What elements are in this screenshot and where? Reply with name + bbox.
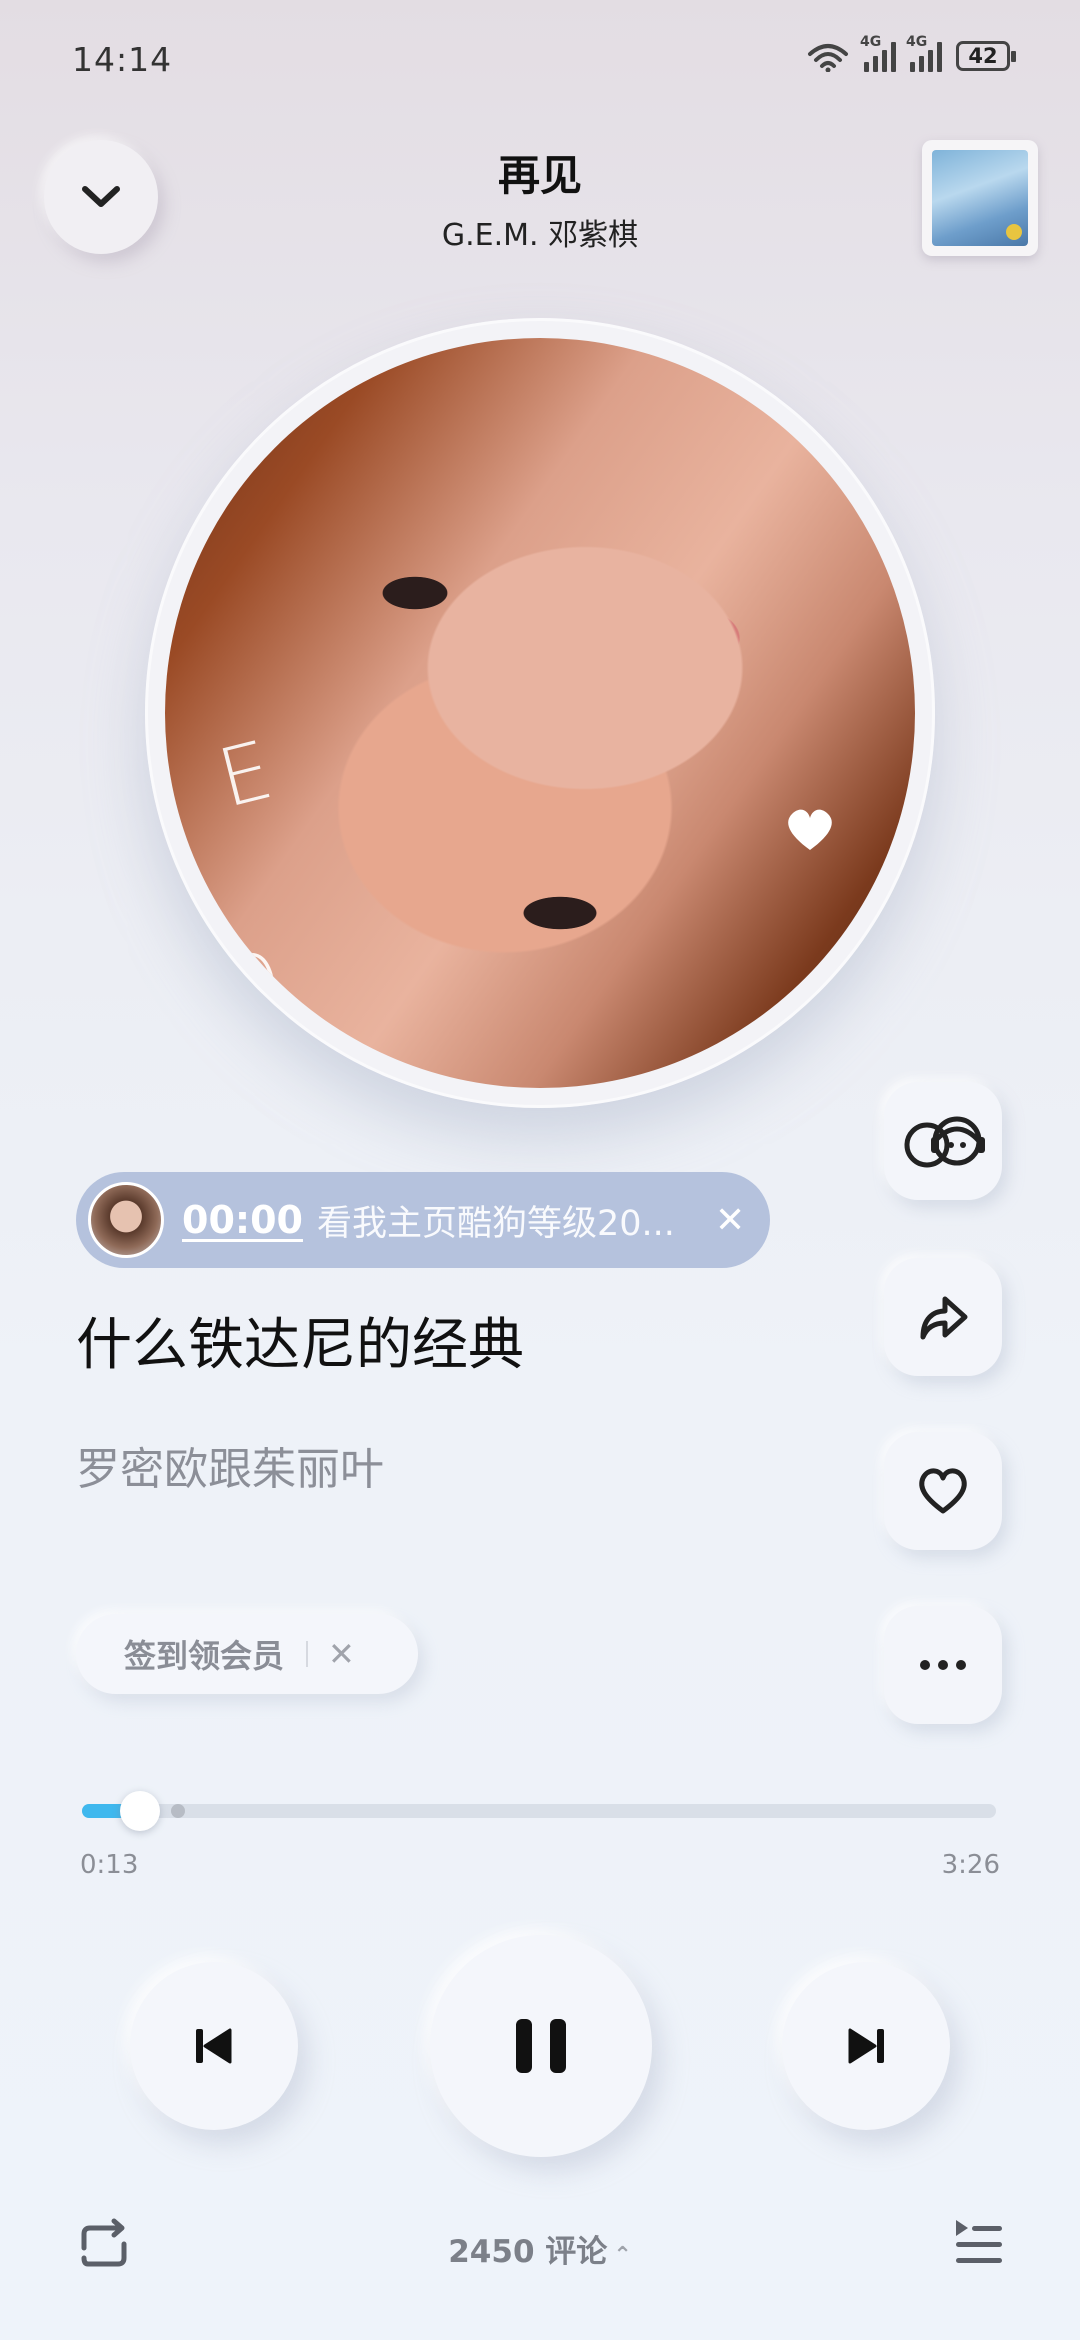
lyric-current-line[interactable]: 什么铁达尼的经典	[76, 1300, 524, 1381]
chevron-up-icon: ⌃	[613, 2243, 632, 2268]
like-button[interactable]	[884, 1432, 1002, 1550]
duration-time: 3:26	[941, 1850, 1000, 1880]
comments-link[interactable]: 2450 评论 ⌃	[0, 2226, 1080, 2271]
cover-heart-logo	[788, 809, 832, 850]
more-icon	[920, 1660, 966, 1670]
playlist-button[interactable]	[952, 2216, 1004, 2276]
song-title: 再见	[497, 151, 582, 200]
vip-signin-label[interactable]: 签到领会员	[124, 1631, 284, 1677]
progress-track[interactable]	[82, 1804, 996, 1818]
cover-letter-mark: D	[212, 931, 292, 1027]
chip-comment-text: 看我主页酷狗等级20...	[316, 1203, 675, 1244]
previous-icon	[196, 2028, 232, 2064]
next-icon	[848, 2028, 884, 2064]
signal-icon: 4G	[860, 34, 896, 72]
status-icons: 4G 4G 42	[806, 34, 1016, 72]
pause-icon	[516, 2019, 566, 2073]
progress-handle[interactable]	[119, 1791, 160, 1831]
next-button[interactable]	[782, 1962, 950, 2130]
share-icon	[920, 1296, 968, 1340]
wifi-icon	[808, 44, 848, 72]
artist-name[interactable]: G.E.M. 邓紫棋	[0, 210, 1080, 254]
divider	[306, 1641, 309, 1667]
avatar[interactable]	[88, 1182, 164, 1258]
more-button[interactable]	[884, 1606, 1002, 1724]
vip-signin-pill[interactable]: 签到领会员 ✕	[76, 1614, 418, 1694]
listen-together-icon	[904, 1116, 985, 1168]
thumbnail-image	[932, 150, 1028, 246]
vip-close-button[interactable]: ✕	[328, 1635, 355, 1673]
timed-comment-chip[interactable]: 00:00 看我主页酷狗等级20... ✕	[76, 1172, 770, 1268]
comments-count[interactable]: 2450 评论	[448, 2234, 607, 2270]
current-time: 0:13	[80, 1850, 139, 1880]
heart-icon	[919, 1468, 967, 1514]
cover-letter-mark: E	[209, 723, 282, 826]
chip-close-button[interactable]: ✕	[715, 1200, 745, 1241]
lyric-next-line[interactable]: 罗密欧跟茱丽叶	[76, 1433, 384, 1497]
progress-marker	[170, 1804, 185, 1818]
share-button[interactable]	[884, 1258, 1002, 1376]
status-time: 14:14	[72, 40, 173, 79]
playlist-icon	[956, 2220, 1002, 2263]
battery-icon: 42	[956, 41, 1016, 71]
chip-timestamp[interactable]: 00:00	[182, 1198, 303, 1242]
previous-button[interactable]	[130, 1962, 298, 2130]
album-cover[interactable]: E D N	[165, 338, 915, 1088]
signal-icon: 4G	[906, 34, 942, 72]
play-pause-button[interactable]	[430, 1935, 652, 2157]
mini-cover-thumbnail[interactable]	[922, 140, 1038, 256]
listen-together-button[interactable]	[884, 1082, 1002, 1200]
